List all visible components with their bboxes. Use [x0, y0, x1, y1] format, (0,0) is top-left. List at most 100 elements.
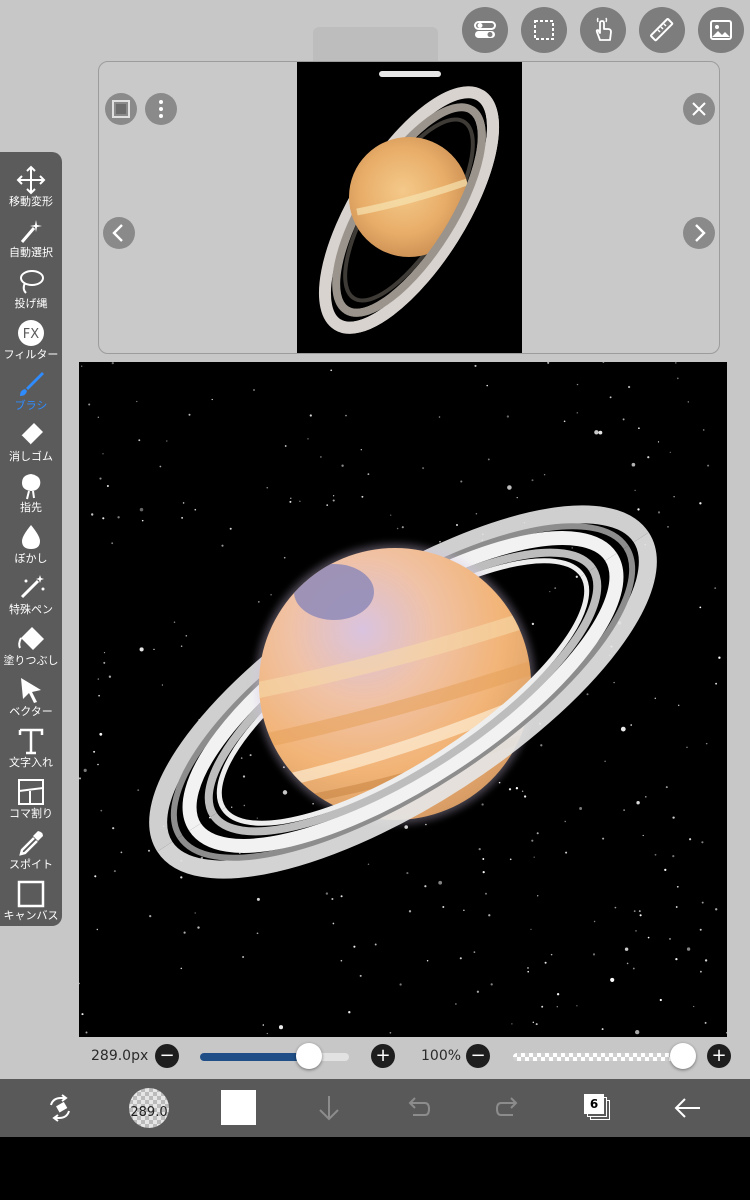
star [674, 362, 677, 364]
star [97, 763, 99, 766]
star [488, 914, 491, 917]
star [439, 540, 441, 543]
star [360, 449, 362, 451]
star [374, 943, 377, 946]
tool-panel-divide[interactable]: コマ割り [0, 774, 62, 824]
star [576, 412, 579, 414]
star [521, 790, 524, 792]
tool-label: 文字入れ [9, 756, 53, 769]
drawing-canvas[interactable] [79, 362, 727, 1037]
tool-label: ぼかし [14, 552, 48, 565]
star [367, 863, 370, 866]
panel-drag-handle[interactable] [379, 71, 441, 77]
star [424, 885, 427, 888]
star [112, 827, 115, 830]
tool-finger[interactable]: 指先 [0, 468, 62, 518]
star [575, 575, 578, 578]
tool-canvas[interactable]: キャンバス [0, 876, 62, 926]
toggle-button[interactable] [462, 7, 508, 53]
star [106, 484, 109, 488]
opacity-slider[interactable] [513, 1053, 683, 1061]
star [83, 768, 87, 772]
reference-panel [98, 61, 720, 354]
brush-size-minus-button[interactable]: − [155, 1044, 179, 1068]
star [399, 983, 402, 986]
star [676, 885, 679, 888]
tool-eraser[interactable]: 消しゴム [0, 417, 62, 467]
star [404, 825, 409, 829]
tool-eyedropper[interactable]: スポイト [0, 825, 62, 875]
star [614, 906, 617, 909]
star [183, 931, 186, 934]
star [632, 967, 635, 970]
star [139, 507, 144, 512]
tool-filter[interactable]: FX フィルター [0, 315, 62, 365]
tool-label: キャンバス [3, 909, 59, 922]
star [180, 876, 183, 879]
star [507, 485, 512, 490]
tool-label: 塗りつぶし [3, 654, 59, 667]
star [638, 427, 640, 430]
layers-button[interactable]: 6 [578, 1088, 618, 1128]
ruler-button[interactable] [639, 7, 685, 53]
tool-lasso[interactable]: 投げ縄 [0, 264, 62, 314]
tool-move-transform[interactable]: 移動変形 [0, 162, 62, 212]
tool-blur[interactable]: ぼかし [0, 519, 62, 569]
color-swatch[interactable] [221, 1090, 256, 1125]
star [714, 587, 717, 589]
star [153, 648, 155, 651]
brush-preview-button[interactable]: 289.0 [129, 1088, 169, 1128]
star [531, 479, 534, 482]
opacity-plus-button[interactable]: + [707, 1044, 731, 1068]
tool-brush[interactable]: ブラシ [0, 366, 62, 416]
tool-special-pen[interactable]: 特殊ペン [0, 570, 62, 620]
star [181, 517, 183, 519]
vector-cursor-icon [21, 678, 41, 703]
panel-mode-button[interactable] [105, 93, 137, 125]
panel-close-button[interactable] [683, 93, 715, 125]
panel-more-button[interactable] [145, 93, 177, 125]
swap-button[interactable] [40, 1088, 80, 1128]
star [108, 675, 112, 678]
star [100, 809, 103, 812]
selection-button[interactable] [521, 7, 567, 53]
save-down-button[interactable] [309, 1088, 349, 1128]
opacity-minus-button[interactable]: − [466, 1044, 490, 1068]
undo-button[interactable] [398, 1088, 438, 1128]
hand-gesture-button[interactable] [580, 7, 626, 53]
close-icon [692, 102, 706, 116]
star [111, 542, 114, 545]
redo-button[interactable] [488, 1088, 528, 1128]
star [299, 500, 301, 502]
star [593, 920, 596, 923]
star [634, 489, 636, 492]
panel-prev-button[interactable] [103, 217, 135, 249]
tool-panel: 移動変形 自動選択 投げ縄 FX フィルター ブラシ 消しゴム 指先 ぼかし 特… [0, 152, 62, 926]
star [672, 855, 675, 858]
brush-size-knob[interactable] [295, 1043, 322, 1069]
tool-text[interactable]: 文字入れ [0, 723, 62, 773]
star [282, 790, 288, 795]
star [482, 858, 485, 860]
star [438, 880, 443, 885]
brush-size-plus-button[interactable]: + [371, 1044, 395, 1068]
layer-count: 6 [584, 1094, 604, 1114]
star [359, 974, 362, 977]
star [97, 416, 99, 418]
star [673, 496, 675, 498]
star [257, 600, 260, 603]
star [527, 967, 529, 969]
tool-bucket[interactable]: 塗りつぶし [0, 621, 62, 671]
opacity-knob[interactable] [670, 1043, 696, 1069]
star [474, 364, 477, 367]
bottom-toolbar: 289.0 6 [0, 1079, 750, 1137]
tool-magic-wand[interactable]: 自動選択 [0, 213, 62, 263]
selection-icon [534, 20, 554, 40]
material-button[interactable] [698, 7, 744, 53]
brush-size-slider[interactable] [200, 1053, 349, 1061]
tool-vector[interactable]: ベクター [0, 672, 62, 722]
back-button[interactable] [668, 1088, 708, 1128]
panel-next-button[interactable] [683, 217, 715, 249]
canvas-icon [17, 880, 45, 908]
star [456, 524, 458, 526]
